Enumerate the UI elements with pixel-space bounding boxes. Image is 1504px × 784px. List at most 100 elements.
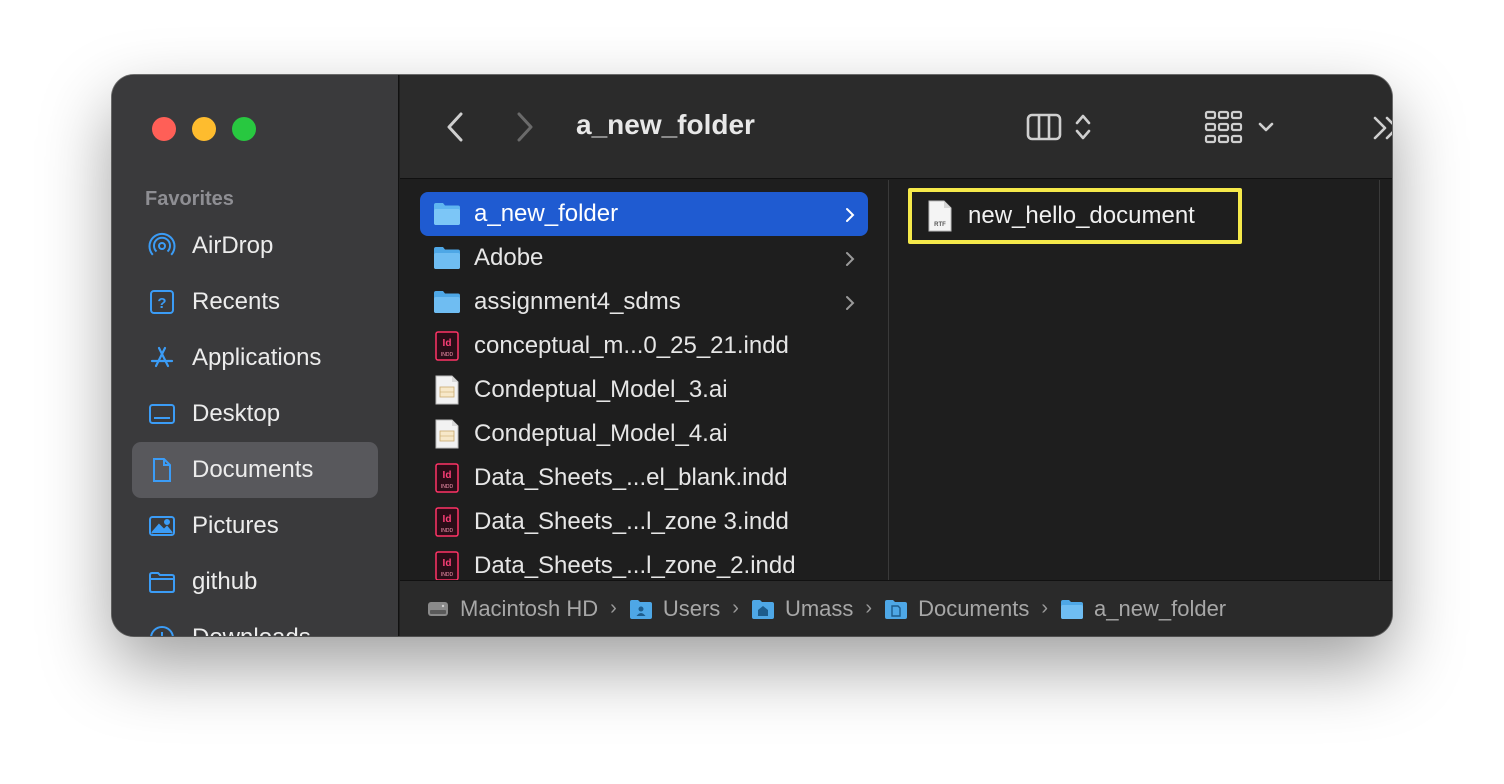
sidebar-item-github[interactable]: github bbox=[132, 554, 378, 610]
sidebar-item-label: Documents bbox=[192, 456, 314, 483]
svg-text:RTF: RTF bbox=[934, 222, 946, 228]
file-name: assignment4_sdms bbox=[474, 288, 681, 315]
path-crumb-label: Users bbox=[662, 595, 721, 621]
file-name: new_hello_document bbox=[968, 202, 1195, 229]
sidebar-item-downloads[interactable]: Downloads bbox=[132, 610, 378, 636]
window-controls bbox=[152, 117, 256, 141]
folder-icon bbox=[432, 287, 462, 317]
file-name: Data_Sheets_...l_zone_2.indd bbox=[474, 552, 796, 579]
column-browser: a_new_folder Adobe assignment4_sdms Id I… bbox=[400, 180, 1392, 580]
svg-text:Id: Id bbox=[443, 338, 452, 349]
path-crumb-label: Macintosh HD bbox=[460, 595, 599, 621]
svg-text:INDD: INDD bbox=[441, 528, 454, 534]
path-crumb[interactable]: Documents › bbox=[884, 596, 1060, 622]
rtf-document-icon: RTF bbox=[928, 200, 952, 232]
zoom-button[interactable] bbox=[232, 117, 256, 141]
chevron-updown-icon bbox=[1075, 114, 1091, 140]
folder-icon bbox=[1061, 599, 1084, 619]
list-item[interactable]: Id INDD conceptual_m...0_25_21.indd bbox=[420, 324, 868, 368]
chevron-left-icon bbox=[447, 112, 463, 142]
list-item[interactable]: RTF new_hello_document bbox=[908, 188, 1242, 244]
airdrop-icon bbox=[148, 232, 176, 260]
sidebar-item-label: Recents bbox=[192, 288, 281, 315]
path-crumb[interactable]: Umass › bbox=[751, 596, 884, 622]
view-mode-button[interactable] bbox=[1026, 111, 1106, 143]
folder-icon bbox=[432, 199, 462, 229]
illustrator-file-icon bbox=[432, 419, 462, 449]
main-area: a_new_folder a_new_folder Adobe assignme… bbox=[400, 75, 1392, 636]
back-button[interactable] bbox=[440, 111, 470, 143]
indesign-file-icon: Id INDD bbox=[432, 551, 462, 580]
sidebar-item-applications[interactable]: Applications bbox=[132, 330, 378, 386]
sidebar: Favorites AirDrop ? Recents Applications… bbox=[112, 75, 399, 636]
clock-icon: ? bbox=[148, 288, 176, 316]
file-name: conceptual_m...0_25_21.indd bbox=[474, 332, 789, 359]
columns-view-icon bbox=[1026, 113, 1062, 141]
path-crumb[interactable]: Macintosh HD › bbox=[426, 596, 629, 622]
document-icon bbox=[148, 456, 176, 484]
file-name: Condeptual_Model_4.ai bbox=[474, 420, 728, 447]
chevron-right-icon bbox=[844, 248, 856, 268]
chevron-right-icon: › bbox=[732, 597, 739, 619]
chevron-right-icon bbox=[517, 112, 533, 142]
double-chevron-icon bbox=[1373, 116, 1392, 140]
sidebar-item-label: Downloads bbox=[192, 624, 311, 636]
list-item[interactable]: Id INDD Data_Sheets_...el_blank.indd bbox=[420, 456, 868, 500]
group-by-button[interactable] bbox=[1204, 109, 1284, 145]
sidebar-item-label: github bbox=[192, 568, 258, 595]
sidebar-item-pictures[interactable]: Pictures bbox=[132, 498, 378, 554]
forward-button[interactable] bbox=[510, 111, 540, 143]
svg-text:INDD: INDD bbox=[441, 352, 454, 358]
indesign-file-icon: Id INDD bbox=[432, 463, 462, 493]
svg-text:INDD: INDD bbox=[441, 484, 454, 490]
path-crumb[interactable]: Users › bbox=[629, 596, 751, 622]
users-folder-icon bbox=[629, 599, 652, 619]
download-icon bbox=[148, 624, 176, 636]
indesign-file-icon: Id INDD bbox=[432, 331, 462, 361]
path-crumb[interactable]: a_new_folder bbox=[1060, 596, 1226, 622]
finder-window: Favorites AirDrop ? Recents Applications… bbox=[112, 75, 1392, 636]
list-item[interactable]: assignment4_sdms bbox=[420, 280, 868, 324]
list-item[interactable]: Id INDD Data_Sheets_...l_zone 3.indd bbox=[420, 500, 868, 544]
svg-text:INDD: INDD bbox=[441, 572, 454, 578]
svg-text:Id: Id bbox=[443, 470, 452, 481]
home-folder-icon bbox=[751, 599, 774, 619]
toolbar: a_new_folder bbox=[400, 75, 1392, 179]
svg-text:?: ? bbox=[157, 295, 166, 312]
file-name: Data_Sheets_...el_blank.indd bbox=[474, 464, 788, 491]
sidebar-item-recents[interactable]: ? Recents bbox=[132, 274, 378, 330]
sidebar-item-airdrop[interactable]: AirDrop bbox=[132, 218, 378, 274]
chevron-right-icon bbox=[844, 204, 856, 224]
column-2: RTF new_hello_document bbox=[890, 180, 1380, 580]
indesign-file-icon: Id INDD bbox=[432, 507, 462, 537]
hard-drive-icon bbox=[428, 601, 448, 616]
file-name: Data_Sheets_...l_zone 3.indd bbox=[474, 508, 789, 535]
chevron-right-icon bbox=[844, 292, 856, 312]
file-name: Condeptual_Model_3.ai bbox=[474, 376, 728, 403]
illustrator-file-icon bbox=[432, 375, 462, 405]
list-item[interactable]: Condeptual_Model_3.ai bbox=[420, 368, 868, 412]
window-title: a_new_folder bbox=[576, 109, 755, 140]
applications-icon bbox=[148, 344, 176, 372]
close-button[interactable] bbox=[152, 117, 176, 141]
minimize-button[interactable] bbox=[192, 117, 216, 141]
more-toolbar-items-button[interactable] bbox=[1372, 115, 1392, 141]
svg-text:Id: Id bbox=[443, 514, 452, 525]
path-crumb-label: a_new_folder bbox=[1094, 595, 1227, 621]
chevron-right-icon: › bbox=[610, 597, 617, 619]
sidebar-item-label: Desktop bbox=[192, 400, 281, 427]
sidebar-item-label: AirDrop bbox=[192, 232, 274, 259]
sidebar-item-documents[interactable]: Documents bbox=[132, 442, 378, 498]
list-item[interactable]: Id INDD Data_Sheets_...l_zone_2.indd bbox=[420, 544, 868, 580]
path-crumb-label: Umass bbox=[784, 595, 854, 621]
list-item[interactable]: a_new_folder bbox=[420, 192, 868, 236]
svg-text:Id: Id bbox=[443, 558, 452, 569]
list-item[interactable]: Condeptual_Model_4.ai bbox=[420, 412, 868, 456]
path-crumb-label: Documents bbox=[918, 595, 1030, 621]
sidebar-section-heading: Favorites bbox=[145, 188, 234, 210]
chevron-right-icon: › bbox=[865, 597, 873, 619]
grid-icon bbox=[1204, 110, 1243, 144]
sidebar-item-desktop[interactable]: Desktop bbox=[132, 386, 378, 442]
folder-icon bbox=[432, 243, 462, 273]
list-item[interactable]: Adobe bbox=[420, 236, 868, 280]
